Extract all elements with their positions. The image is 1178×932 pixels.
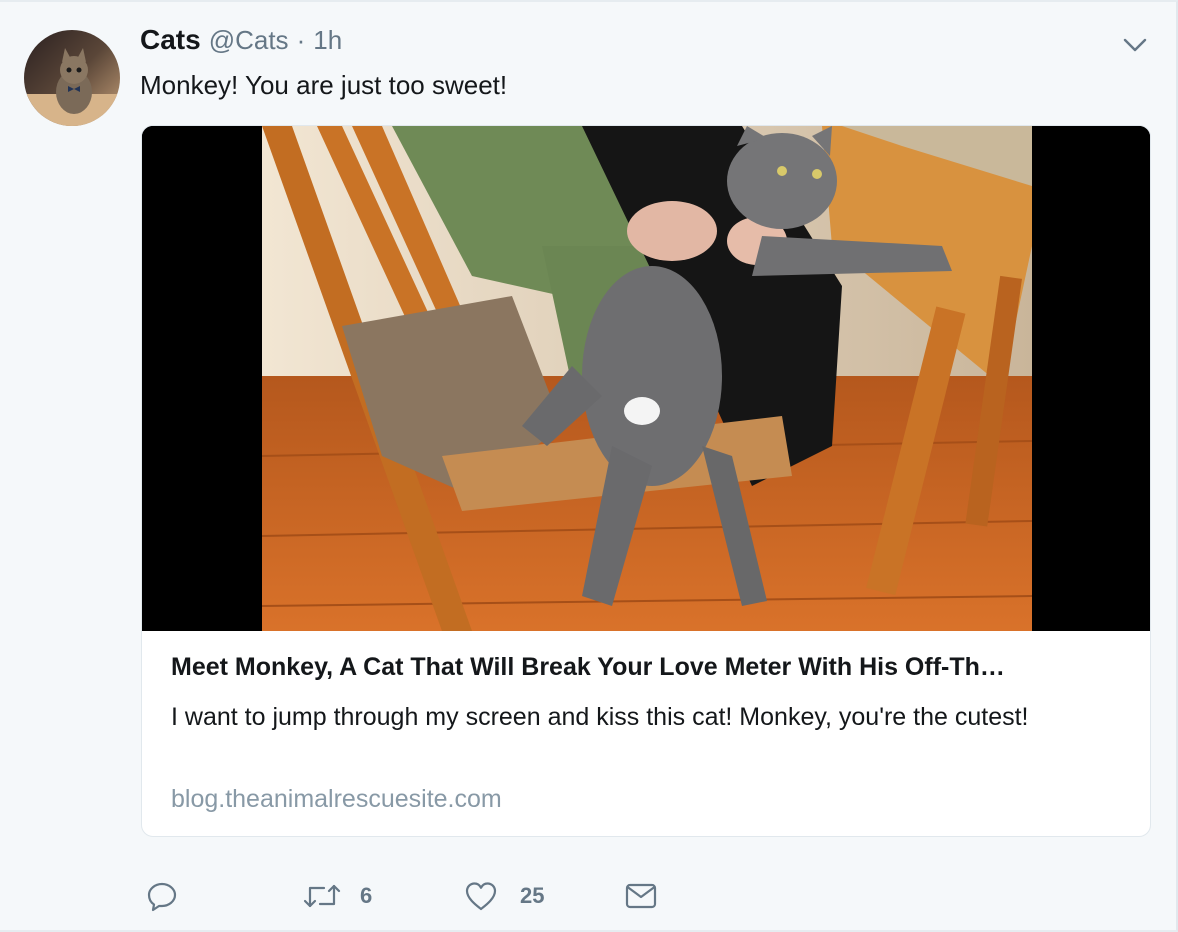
card-title[interactable]: Meet Monkey, A Cat That Will Break Your … [171, 650, 1121, 684]
reply-button[interactable] [146, 878, 192, 914]
card-description: I want to jump through my screen and kis… [171, 703, 1029, 731]
tweet[interactable]: Cats @Cats · 1h Monkey! You are just too… [0, 0, 1178, 932]
more-options-button[interactable] [1120, 32, 1150, 58]
retweet-button[interactable]: 6 [302, 878, 372, 914]
like-button[interactable]: 25 [464, 878, 544, 914]
direct-message-button[interactable] [624, 878, 658, 914]
retweet-count: 6 [360, 883, 373, 908]
retweet-icon [303, 884, 341, 908]
envelope-icon [625, 883, 657, 909]
tweet-header: Cats @Cats · 1h [140, 24, 342, 64]
cat-avatar-image [24, 30, 120, 126]
author-name[interactable]: Cats [140, 24, 201, 56]
reply-icon [147, 882, 177, 912]
avatar[interactable] [24, 30, 120, 126]
heart-icon [465, 882, 497, 911]
timestamp[interactable]: 1h [313, 25, 342, 56]
tweet-text: Monkey! You are just too sweet! [140, 70, 508, 100]
card-image[interactable] [142, 126, 1150, 631]
cat-photo-image [142, 126, 1150, 631]
card-domain: blog.theanimalrescuesite.com [171, 785, 502, 813]
author-handle[interactable]: @Cats [209, 25, 289, 56]
like-count: 25 [520, 883, 545, 908]
chevron-down-icon [1123, 38, 1147, 52]
link-card[interactable]: Meet Monkey, A Cat That Will Break Your … [141, 125, 1151, 837]
separator-dot: · [296, 25, 306, 55]
